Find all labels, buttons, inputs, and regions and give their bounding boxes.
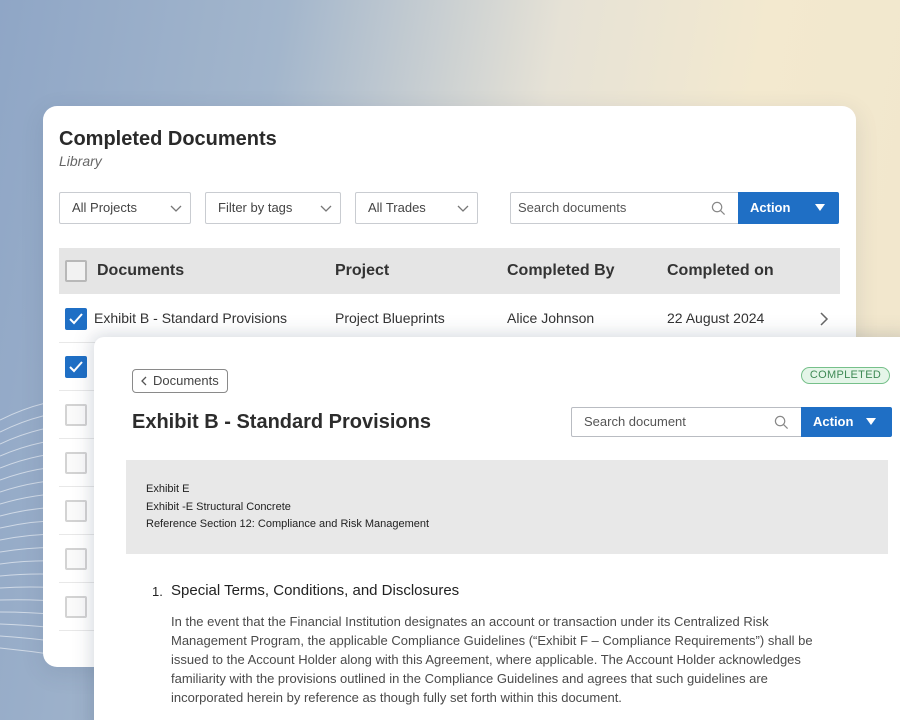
column-header-completed-by[interactable]: Completed By: [507, 262, 615, 280]
select-all-checkbox[interactable]: [65, 260, 87, 282]
column-header-project[interactable]: Project: [335, 262, 389, 280]
trades-dropdown-label: All Trades: [368, 200, 426, 215]
search-icon: [774, 415, 789, 430]
exhibit-line: Exhibit E: [146, 483, 190, 495]
section-title: Special Terms, Conditions, and Disclosur…: [171, 582, 460, 599]
row-checkbox[interactable]: [65, 500, 87, 522]
document-action-button[interactable]: Action: [801, 407, 892, 437]
action-button-label: Action: [813, 414, 854, 429]
tags-dropdown-label: Filter by tags: [218, 200, 293, 215]
back-button-label: Documents: [153, 373, 219, 388]
row-checkbox[interactable]: [65, 404, 87, 426]
table-header: Documents Project Completed By Completed…: [59, 248, 840, 294]
chevron-down-icon: [320, 205, 332, 212]
row-checkbox[interactable]: [65, 596, 87, 618]
chevron-down-icon: [457, 205, 469, 212]
page-subtitle: Library: [59, 153, 102, 169]
row-document-name[interactable]: Exhibit B - Standard Provisions: [94, 310, 287, 326]
action-button-label: Action: [750, 200, 791, 215]
caret-down-icon: [815, 204, 825, 211]
exhibit-line: Reference Section 12: Compliance and Ris…: [146, 518, 430, 530]
back-to-documents-button[interactable]: Documents: [132, 369, 228, 393]
row-project: Project Blueprints: [335, 310, 445, 326]
row-checkbox[interactable]: [65, 356, 87, 378]
search-placeholder: Search documents: [518, 200, 627, 215]
exhibit-line: Exhibit -E Structural Concrete: [146, 501, 291, 513]
checkmark-icon: [69, 361, 83, 373]
checkmark-icon: [69, 313, 83, 325]
action-button[interactable]: Action: [738, 192, 839, 224]
search-document-input[interactable]: Search document: [571, 407, 802, 437]
column-header-completed-on[interactable]: Completed on: [667, 262, 774, 280]
exhibit-header-box: Exhibit E Exhibit -E Structural Concrete…: [126, 460, 888, 554]
search-icon: [711, 201, 726, 216]
document-detail-panel: Documents COMPLETED Exhibit B - Standard…: [94, 337, 900, 720]
chevron-left-icon: [141, 376, 147, 386]
row-checkbox[interactable]: [65, 548, 87, 570]
section-body: In the event that the Financial Institut…: [171, 614, 813, 705]
document-title: Exhibit B - Standard Provisions: [132, 411, 431, 433]
row-checkbox[interactable]: [65, 308, 87, 330]
caret-down-icon: [866, 418, 876, 425]
search-placeholder: Search document: [584, 414, 686, 429]
section-number: 1.: [152, 584, 163, 599]
projects-dropdown-label: All Projects: [72, 200, 138, 215]
row-completed-by: Alice Johnson: [507, 310, 595, 326]
row-checkbox[interactable]: [65, 452, 87, 474]
trades-dropdown[interactable]: All Trades: [355, 192, 478, 224]
status-badge: COMPLETED: [801, 367, 890, 384]
row-completed-on: 22 August 2024: [667, 310, 765, 326]
column-header-documents[interactable]: Documents: [97, 262, 184, 280]
chevron-right-icon[interactable]: [819, 312, 829, 326]
projects-dropdown[interactable]: All Projects: [59, 192, 191, 224]
page-title: Completed Documents: [59, 128, 277, 150]
chevron-down-icon: [170, 205, 182, 212]
tags-dropdown[interactable]: Filter by tags: [205, 192, 341, 224]
search-documents-input[interactable]: Search documents: [510, 192, 739, 224]
